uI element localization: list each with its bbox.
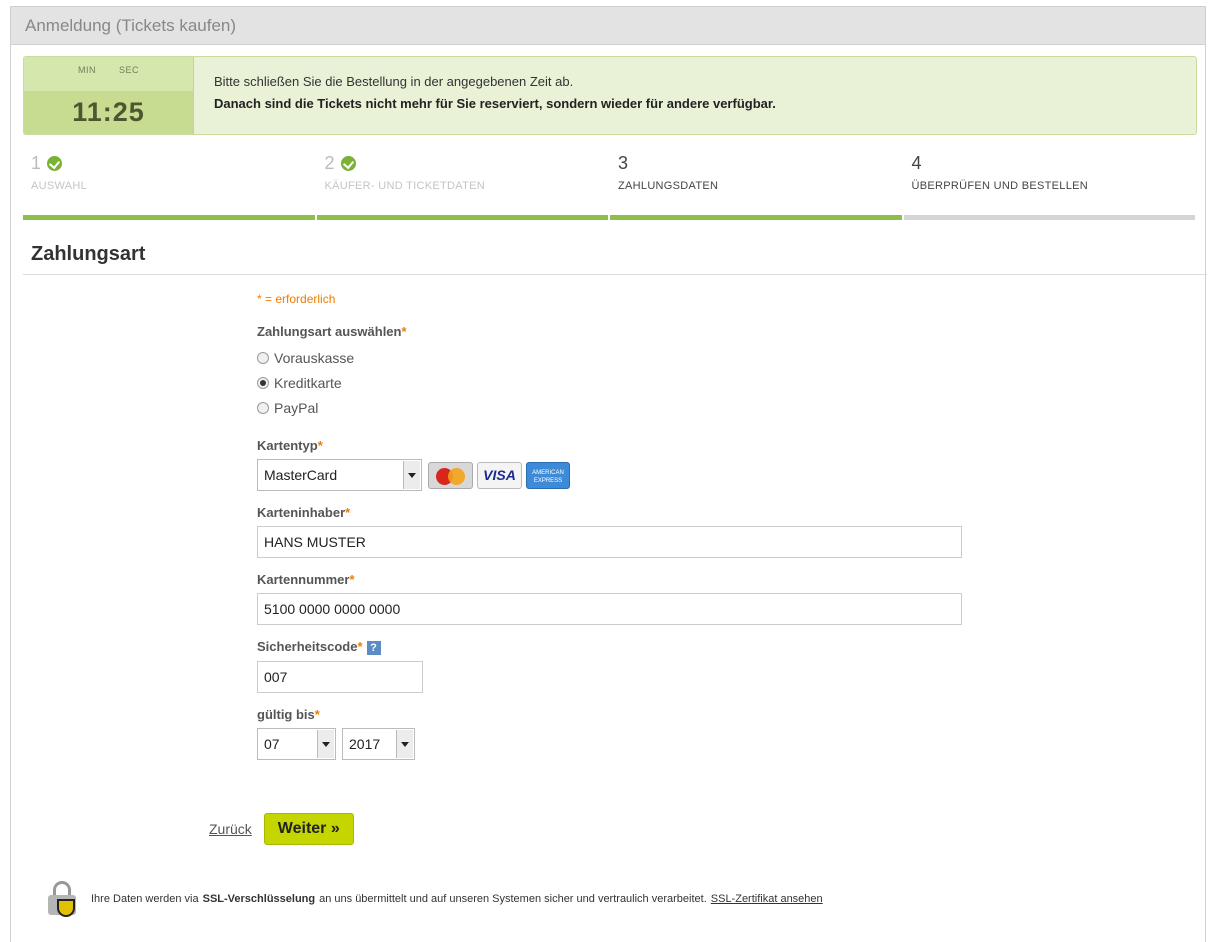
ssl-lock-icon bbox=[43, 881, 83, 917]
payment-form: * = erforderlich Zahlungsart auswählen* … bbox=[257, 292, 977, 760]
chevron-down-icon[interactable] bbox=[403, 461, 420, 489]
step-label: AUSWAHL bbox=[31, 180, 88, 192]
card-number-input[interactable]: 5100 0000 0000 0000 bbox=[257, 593, 962, 625]
step-number: 2 bbox=[324, 153, 335, 173]
progress-steps: 1 AUSWAHL 2 KÄUFER- UND TICKETDATEN 3 ZA… bbox=[23, 153, 1197, 223]
security-code-input[interactable]: 007 bbox=[257, 660, 423, 693]
back-link[interactable]: Zurück bbox=[209, 821, 252, 837]
card-type-select[interactable]: MasterCard bbox=[257, 459, 422, 491]
required-note: * = erforderlich bbox=[257, 292, 336, 306]
timer-min-label: MIN bbox=[77, 65, 96, 75]
form-navigation: Zurück Weiter » bbox=[209, 813, 354, 845]
step-number: 4 bbox=[911, 153, 922, 173]
step-auswahl: 1 AUSWAHL bbox=[23, 153, 317, 223]
timer-value: 11:25 bbox=[24, 91, 193, 134]
step-number: 3 bbox=[618, 153, 629, 173]
step-label: KÄUFER- UND TICKETDATEN bbox=[324, 180, 486, 192]
card-holder-label: Karteninhaber* bbox=[257, 505, 351, 520]
timer-sec-label: SEC bbox=[119, 65, 140, 75]
timer-message-line1: Bitte schließen Sie die Bestellung in de… bbox=[214, 74, 574, 89]
step-zahlungsdaten: 3 ZAHLUNGSDATEN bbox=[610, 153, 904, 223]
check-icon bbox=[47, 156, 63, 171]
step-label: ZAHLUNGSDATEN bbox=[618, 180, 719, 192]
check-icon bbox=[340, 156, 356, 171]
radio-kreditkarte[interactable]: Kreditkarte bbox=[257, 370, 977, 395]
step-number: 1 bbox=[31, 153, 42, 173]
chevron-down-icon[interactable] bbox=[396, 729, 413, 758]
step-label: ÜBERPRÜFEN UND BESTELLEN bbox=[911, 180, 1089, 192]
timer-message-line2: Danach sind die Tickets nicht mehr für S… bbox=[214, 96, 776, 111]
timer-message: Bitte schließen Sie die Bestellung in de… bbox=[194, 57, 776, 134]
checkout-window: Anmeldung (Tickets kaufen) MIN SEC 11:25… bbox=[10, 6, 1207, 942]
step-progress-bar bbox=[23, 215, 315, 220]
card-holder-input[interactable]: HANS MUSTER bbox=[257, 526, 962, 558]
expiry-year-select[interactable]: 2017 bbox=[342, 727, 415, 760]
mastercard-icon bbox=[428, 461, 473, 489]
window-title: Anmeldung (Tickets kaufen) bbox=[11, 7, 1205, 45]
radio-button[interactable] bbox=[257, 401, 269, 414]
security-code-label: Sicherheitscode*? bbox=[257, 639, 977, 655]
reservation-timer-box: MIN SEC 11:25 Bitte schließen Sie die Be… bbox=[23, 56, 1197, 135]
help-icon[interactable]: ? bbox=[366, 640, 381, 655]
payment-method-label: Zahlungsart auswählen* bbox=[257, 324, 407, 339]
section-title: Zahlungsart bbox=[23, 243, 1207, 275]
radio-button[interactable] bbox=[257, 351, 269, 364]
step-progress-bar bbox=[610, 215, 902, 220]
ssl-notice: Ihre Daten werden via SSL-Verschlüsselun… bbox=[43, 881, 823, 917]
step-progress-bar bbox=[316, 215, 608, 220]
radio-vorauskasse[interactable]: Vorauskasse bbox=[257, 345, 977, 370]
step-pruefen-bestellen: 4 ÜBERPRÜFEN UND BESTELLEN bbox=[903, 153, 1198, 223]
card-logos: VISA AMERICAN EXPRESS bbox=[428, 461, 570, 489]
card-number-label: Kartennummer* bbox=[257, 572, 355, 587]
amex-icon: AMERICAN EXPRESS bbox=[526, 461, 570, 489]
chevron-down-icon[interactable] bbox=[317, 729, 334, 758]
countdown-timer: MIN SEC 11:25 bbox=[24, 57, 194, 134]
visa-icon: VISA bbox=[477, 461, 522, 489]
ssl-certificate-link[interactable]: SSL-Zertifikat ansehen bbox=[711, 893, 823, 905]
step-kaeufer-ticketdaten: 2 KÄUFER- UND TICKETDATEN bbox=[316, 153, 611, 223]
card-type-label: Kartentyp* bbox=[257, 438, 323, 453]
valid-until-label: gültig bis* bbox=[257, 706, 320, 722]
next-button[interactable]: Weiter » bbox=[263, 813, 354, 845]
expiry-month-select[interactable]: 07 bbox=[257, 727, 336, 760]
radio-button[interactable] bbox=[257, 376, 269, 389]
radio-paypal[interactable]: PayPal bbox=[257, 395, 977, 420]
step-progress-bar bbox=[903, 215, 1195, 220]
